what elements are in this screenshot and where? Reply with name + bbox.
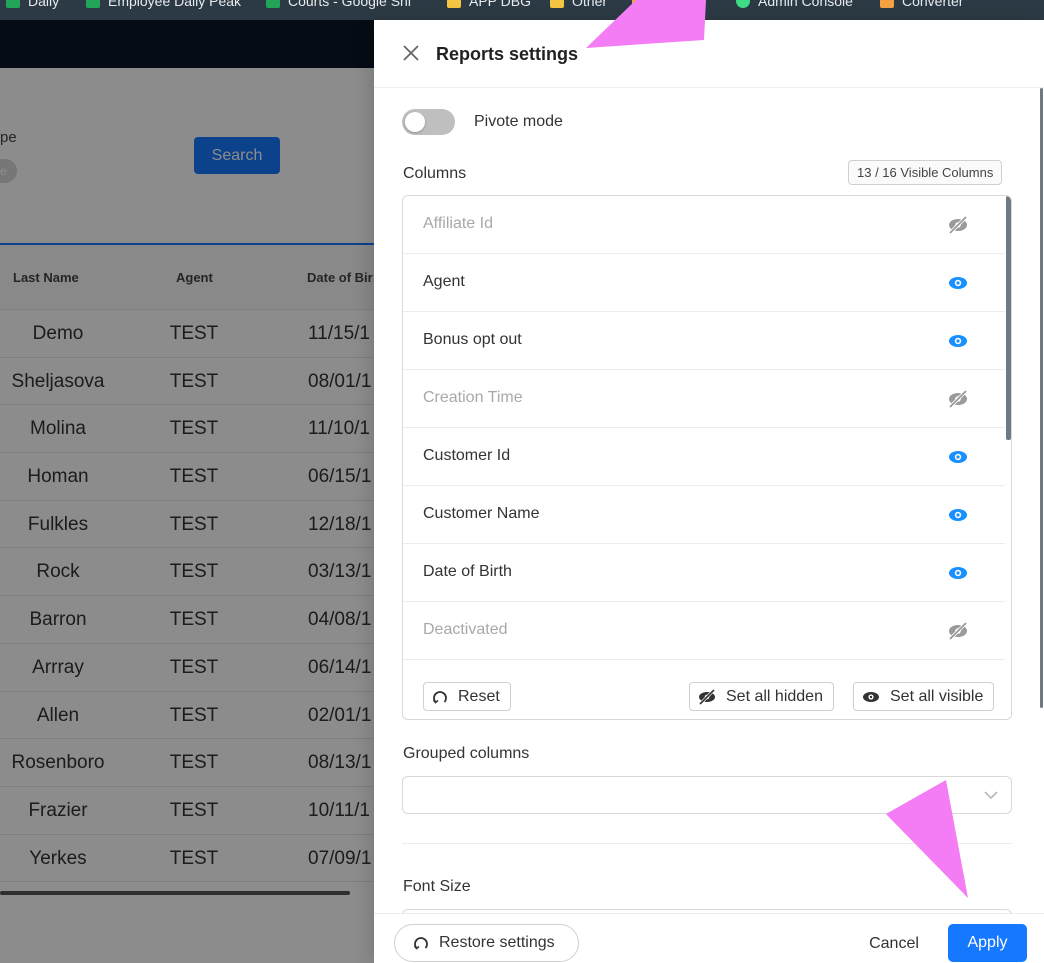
visible-columns-badge: 13 / 16 Visible Columns [848, 160, 1003, 185]
sheets-icon [86, 0, 100, 8]
drawer-header: Reports settings [374, 20, 1044, 88]
folder-icon [550, 0, 564, 8]
cancel-button[interactable]: Cancel [854, 926, 934, 962]
drawer-scrollbar[interactable] [1040, 88, 1043, 708]
pivot-mode-label: Pivote mode [474, 113, 563, 130]
bookmark-keyuts[interactable]: Keyuts [632, 0, 697, 11]
reset-button[interactable]: Reset [423, 682, 511, 711]
column-item-label: Agent [423, 273, 465, 290]
font-size-label: Font Size [403, 878, 471, 895]
eye-icon[interactable] [947, 563, 969, 583]
columns-actions: Reset Set all hidden Set all visible [403, 661, 1011, 719]
app-icon [632, 0, 646, 8]
folder-icon [447, 0, 461, 8]
restore-settings-button[interactable]: Restore settings [394, 924, 579, 962]
column-item[interactable]: Bonus opt out [403, 312, 1005, 370]
column-item[interactable]: Agent [403, 254, 1005, 312]
bookmark-daily[interactable]: Daily [6, 0, 59, 11]
eye-icon [863, 691, 879, 702]
eye-slash-icon [698, 688, 716, 705]
set-all-hidden-label: Set all hidden [726, 687, 823, 705]
reports-settings-drawer: Reports settings Pivote mode Columns 13 … [374, 20, 1044, 963]
sheets-icon [266, 0, 280, 8]
set-all-visible-label: Set all visible [890, 687, 984, 705]
column-item-label: Affiliate Id [423, 215, 493, 232]
set-all-visible-button[interactable]: Set all visible [853, 682, 995, 711]
eye-slash-icon[interactable] [947, 621, 969, 641]
column-item-label: Bonus opt out [423, 331, 522, 348]
set-all-hidden-button[interactable]: Set all hidden [689, 682, 834, 711]
section-divider [402, 843, 1012, 844]
column-item-label: Customer Name [423, 505, 540, 522]
eye-slash-icon[interactable] [947, 215, 969, 235]
grouped-columns-label: Grouped columns [403, 745, 530, 762]
restore-settings-label: Restore settings [439, 934, 555, 951]
google-icon [736, 0, 750, 8]
column-item[interactable]: Customer Id [403, 428, 1005, 486]
eye-slash-icon[interactable] [947, 389, 969, 409]
bookmark-folder-app[interactable]: APP DBG [447, 0, 531, 11]
sheets-icon [6, 0, 20, 8]
column-item[interactable]: Affiliate Id [403, 196, 1005, 254]
column-item-label: Deactivated [423, 621, 508, 638]
bookmark-converter[interactable]: Converter [880, 0, 963, 11]
drawer-footer: Restore settings Cancel Apply [374, 913, 1044, 963]
column-item-label: Customer Id [423, 447, 511, 464]
reset-icon [432, 690, 447, 704]
column-item-label: Creation Time [423, 389, 523, 406]
chevron-down-icon [984, 791, 998, 800]
reset-icon [413, 937, 428, 950]
eye-icon[interactable] [947, 331, 969, 351]
column-item-label: Date of Birth [423, 563, 512, 580]
bookmark-employee[interactable]: Employee Daily Peak [86, 0, 241, 11]
columns-label: Columns [403, 165, 467, 182]
grouped-columns-select[interactable] [402, 776, 1012, 814]
modal-overlay[interactable] [0, 20, 374, 963]
column-item[interactable]: Customer Name [403, 486, 1005, 544]
apply-button[interactable]: Apply [948, 924, 1027, 962]
close-icon[interactable] [400, 42, 422, 64]
columns-scrollbar[interactable] [1006, 196, 1011, 440]
drawer-title: Reports settings [436, 44, 579, 64]
bookmark-admin[interactable]: Admin Console [736, 0, 853, 11]
eye-icon[interactable] [947, 447, 969, 467]
toggle-knob [405, 112, 425, 132]
column-item[interactable]: Creation Time [403, 370, 1005, 428]
bookmark-folder-other[interactable]: Other [550, 0, 607, 11]
bookmarks-bar: Daily Employee Daily Peak Courts - Googl… [0, 0, 1044, 20]
eye-icon[interactable] [947, 505, 969, 525]
eye-icon[interactable] [947, 273, 969, 293]
bookmark-courts[interactable]: Courts - Google Shi [266, 0, 411, 11]
pivot-mode-toggle[interactable] [402, 109, 455, 135]
app-icon [880, 0, 894, 8]
columns-list: Affiliate Id Agent Bonus opt out Creation T… [403, 196, 1005, 661]
column-item[interactable]: Deactivated [403, 602, 1005, 660]
column-item[interactable]: Date of Birth [403, 544, 1005, 602]
reset-label: Reset [458, 687, 500, 705]
columns-box: Affiliate Id Agent Bonus opt out Creation T… [402, 195, 1012, 720]
